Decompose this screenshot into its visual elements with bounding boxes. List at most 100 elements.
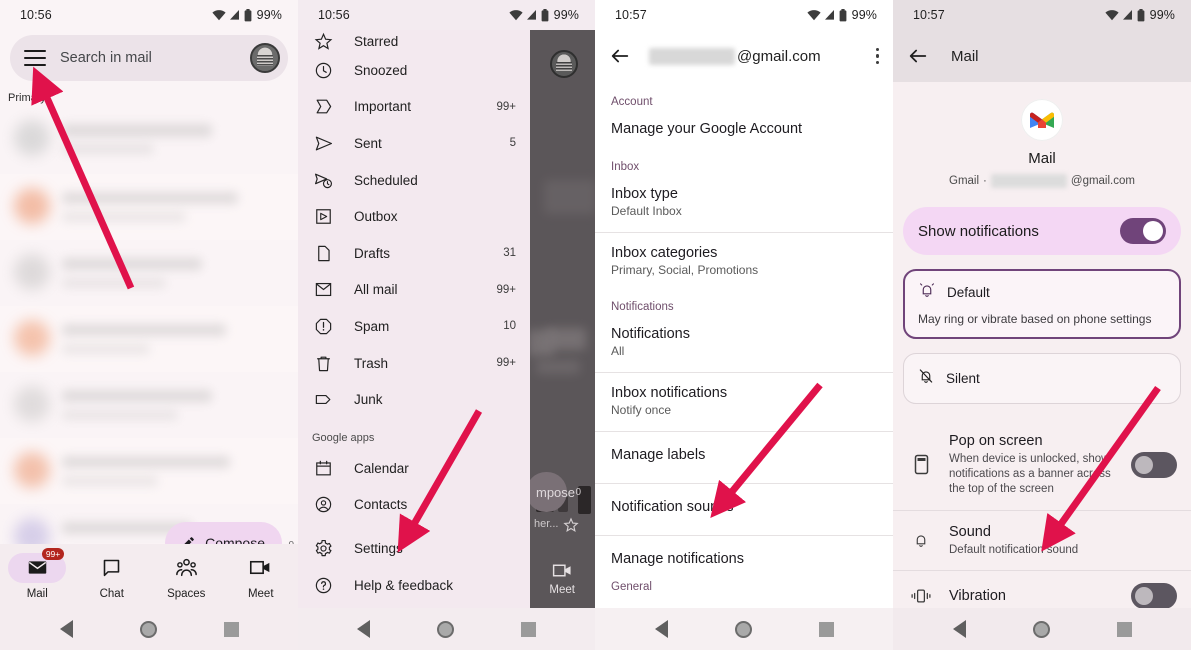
system-back-button[interactable] — [952, 620, 966, 638]
paper-plane-icon — [312, 132, 334, 154]
redacted-email-username — [990, 174, 1067, 188]
hamburger-menu-icon[interactable] — [24, 50, 46, 66]
nav-item-spaces[interactable]: Spaces — [149, 553, 224, 600]
system-recents-button[interactable] — [1116, 621, 1132, 637]
drawer-item-starred[interactable]: Starred — [298, 30, 530, 52]
status-time: 10:56 — [20, 8, 52, 22]
importance-label-default: Default — [947, 285, 990, 300]
drawer-label-junk: Junk — [354, 392, 383, 408]
vibration-toggle[interactable] — [1131, 582, 1177, 609]
drawer-item-help-feedback[interactable]: Help & feedback — [298, 567, 530, 604]
panel-app-notification-settings: 10:57 99% Mail Mail Gmail · @gmail.com S… — [893, 0, 1191, 650]
system-back-button[interactable] — [654, 620, 668, 638]
back-arrow-icon[interactable] — [609, 45, 631, 67]
list-item[interactable] — [0, 174, 298, 240]
settings-row-manage-labels[interactable]: Manage labels — [595, 432, 893, 479]
list-item[interactable] — [0, 438, 298, 504]
drawer-count-sent: 5 — [509, 137, 516, 150]
drawer-label-contacts: Contacts — [354, 497, 408, 513]
wifi-icon — [509, 10, 523, 21]
settings-row-inbox-type[interactable]: Inbox type Default Inbox — [595, 179, 893, 228]
navigation-drawer: Starred Snoozed Important 99+ Sent 5 Sch… — [298, 30, 530, 650]
account-avatar[interactable] — [250, 43, 280, 73]
drawer-label-outbox: Outbox — [354, 209, 398, 225]
drawer-item-important[interactable]: Important 99+ — [298, 89, 530, 126]
nav-item-mail[interactable]: 99+ Mail — [0, 547, 75, 600]
drawer-item-trash[interactable]: Trash 99+ — [298, 345, 530, 382]
drawer-item-drafts[interactable]: Drafts 31 — [298, 235, 530, 272]
back-arrow-icon[interactable] — [907, 45, 929, 67]
drawer-label-help-feedback: Help & feedback — [354, 577, 454, 593]
nav-item-chat[interactable]: Chat — [75, 553, 150, 600]
drawer-item-sent[interactable]: Sent 5 — [298, 125, 530, 162]
cellular-signal-icon — [526, 10, 536, 20]
system-recents-button[interactable] — [223, 621, 239, 637]
drawer-section-google-apps: Google apps — [312, 431, 375, 444]
system-back-button[interactable] — [357, 620, 371, 638]
system-back-button[interactable] — [59, 620, 73, 638]
settings-row-inbox-notifications[interactable]: Inbox notifications Notify once — [595, 373, 893, 427]
search-input[interactable]: Search in mail — [60, 50, 236, 66]
drawer-item-junk[interactable]: Junk — [298, 381, 530, 418]
account-avatar — [550, 50, 578, 78]
app-source-label: Gmail — [949, 175, 980, 187]
email-list — [0, 108, 298, 570]
list-item[interactable] — [0, 240, 298, 306]
system-home-button[interactable] — [734, 620, 752, 638]
drawer-item-scheduled[interactable]: Scheduled — [298, 162, 530, 199]
settings-section-account: Account — [611, 96, 653, 108]
search-bar[interactable]: Search in mail — [10, 35, 288, 81]
settings-row-notification-sounds[interactable]: Notification sounds — [595, 484, 893, 531]
settings-row-manage-google-account[interactable]: Manage your Google Account — [595, 114, 893, 147]
drawer-item-all-mail[interactable]: All mail 99+ — [298, 272, 530, 309]
account-email-title: @gmail.com — [649, 47, 821, 65]
row-title-pop-on-screen: Pop on screen — [949, 433, 1043, 449]
importance-option-default[interactable]: Default May ring or vibrate based on pho… — [903, 269, 1181, 339]
settings-row-inbox-categories[interactable]: Inbox categories Primary, Social, Promot… — [595, 233, 893, 287]
settings-row-manage-notifications[interactable]: Manage notifications — [595, 536, 893, 571]
system-home-button[interactable] — [1032, 620, 1050, 638]
panel-account-settings: 10:57 99% @gmail.com Account Manage your… — [595, 0, 893, 650]
overflow-menu-icon[interactable] — [875, 47, 879, 65]
nav-item-meet[interactable]: Meet — [224, 553, 299, 600]
star-icon[interactable] — [563, 517, 579, 538]
drawer-label-starred: Starred — [354, 33, 399, 49]
dimmed-nav-item-meet[interactable]: Meet — [549, 562, 575, 596]
spaces-people-icon — [175, 558, 197, 577]
drawer-count-trash: 99+ — [496, 357, 516, 370]
drawer-item-snoozed[interactable]: Snoozed — [298, 52, 530, 89]
status-bar: 10:57 99% — [595, 0, 893, 30]
setting-row-sound[interactable]: Sound Default notification sound — [893, 511, 1191, 570]
list-item[interactable] — [0, 372, 298, 438]
chat-bubble-icon — [103, 559, 120, 577]
status-bar: 10:56 99% — [0, 0, 298, 30]
app-bar: @gmail.com — [595, 30, 893, 82]
show-notifications-toggle[interactable] — [1120, 218, 1166, 244]
drawer-item-spam[interactable]: Spam 10 — [298, 308, 530, 345]
show-notifications-row[interactable]: Show notifications — [903, 207, 1181, 255]
app-bar: Mail — [893, 30, 1191, 82]
system-recents-button[interactable] — [520, 621, 536, 637]
drawer-label-spam: Spam — [354, 318, 390, 334]
drawer-item-settings[interactable]: Settings — [298, 530, 530, 567]
list-item[interactable] — [0, 108, 298, 174]
importance-option-silent[interactable]: Silent — [903, 353, 1181, 404]
spam-exclamation-icon — [312, 315, 334, 337]
all-mail-icon — [312, 279, 334, 301]
system-home-button[interactable] — [139, 620, 157, 638]
pop-on-screen-toggle[interactable] — [1131, 451, 1177, 478]
system-home-button[interactable] — [436, 620, 454, 638]
email-domain: @gmail.com — [1070, 175, 1135, 187]
drawer-item-outbox[interactable]: Outbox — [298, 198, 530, 235]
drawer-item-contacts[interactable]: Contacts — [298, 487, 530, 524]
drawer-count-drafts: 31 — [503, 247, 516, 260]
drawer-item-calendar[interactable]: Calendar — [298, 450, 530, 487]
list-item[interactable] — [0, 306, 298, 372]
settings-row-notifications[interactable]: Notifications All — [595, 319, 893, 368]
dimmed-inbox-overlay[interactable]: mpose 0 her... Meet — [526, 30, 595, 608]
contacts-person-icon — [312, 494, 334, 516]
status-time: 10:57 — [913, 8, 945, 22]
system-recents-button[interactable] — [818, 621, 834, 637]
setting-row-pop-on-screen[interactable]: Pop on screen When device is unlocked, s… — [893, 420, 1191, 510]
redacted-email-username — [649, 47, 735, 65]
